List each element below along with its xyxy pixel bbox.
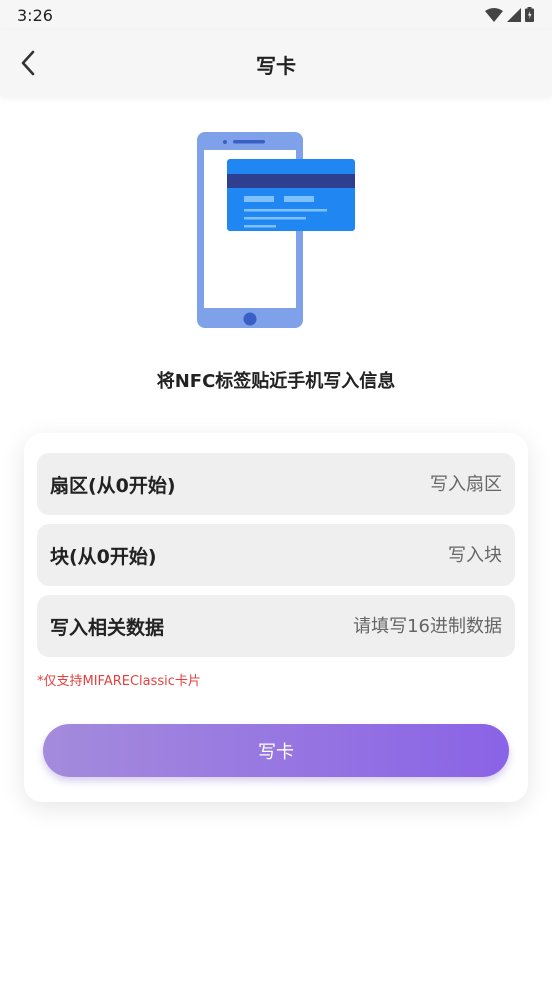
write-card-form: 扇区(从0开始) 块(从0开始) 写入相关数据 *仅支持MIFAREClassi… — [24, 433, 528, 802]
block-input[interactable] — [272, 544, 502, 566]
data-field[interactable]: 写入相关数据 — [37, 595, 515, 657]
status-time: 3:26 — [17, 6, 53, 25]
app-header: 写卡 — [0, 30, 552, 96]
block-label: 块(从0开始) — [50, 545, 157, 568]
nfc-phone-card-illustration — [197, 132, 355, 328]
support-note: *仅支持MIFAREClassic卡片 — [37, 674, 201, 689]
write-card-button[interactable]: 写卡 — [43, 724, 509, 777]
status-icons — [485, 7, 534, 22]
status-bar: 3:26 — [0, 0, 552, 30]
data-input[interactable] — [272, 615, 502, 637]
wifi-icon — [485, 7, 503, 22]
block-field[interactable]: 块(从0开始) — [37, 524, 515, 586]
data-label: 写入相关数据 — [50, 616, 165, 639]
signal-icon — [507, 7, 521, 22]
sector-label: 扇区(从0开始) — [50, 474, 176, 497]
battery-icon — [525, 7, 534, 22]
sector-field[interactable]: 扇区(从0开始) — [37, 453, 515, 515]
nfc-hint-text: 将NFC标签贴近手机写入信息 — [156, 371, 396, 392]
sector-input[interactable] — [272, 473, 502, 495]
page-title: 写卡 — [256, 54, 296, 78]
